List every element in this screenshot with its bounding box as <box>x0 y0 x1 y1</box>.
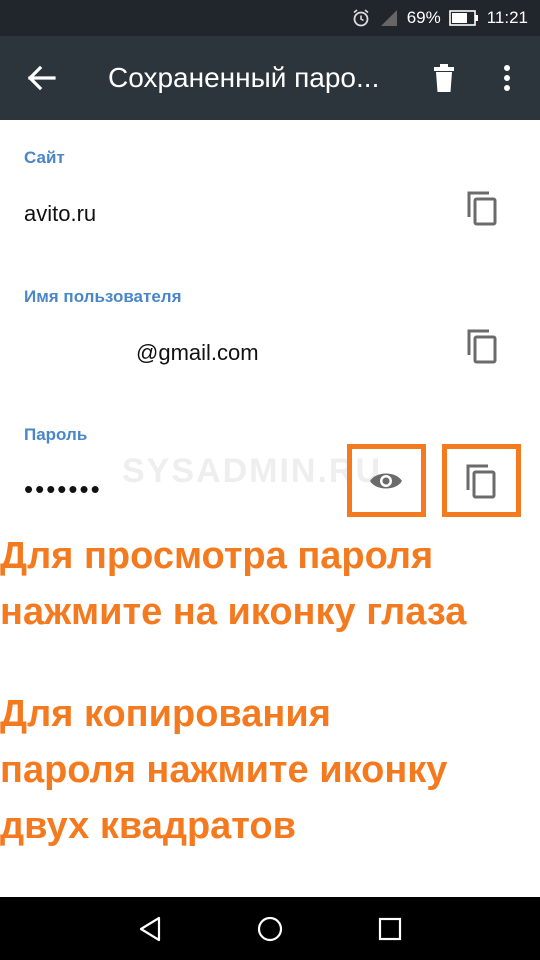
copy-icon <box>466 464 496 499</box>
site-value: avito.ru <box>24 201 97 226</box>
site-label: Сайт <box>24 148 65 167</box>
back-triangle-icon <box>139 916 161 942</box>
delete-icon <box>434 64 454 92</box>
watermark: SYSADMIN.RU <box>122 452 383 490</box>
delete-button[interactable] <box>426 58 462 98</box>
more-vert-icon <box>504 65 510 91</box>
recents-square-icon <box>378 917 402 941</box>
alarm-icon <box>353 9 369 27</box>
nav-recents-button[interactable] <box>372 911 408 947</box>
password-label: Пароль <box>24 425 88 444</box>
username-value: @gmail.com <box>136 340 259 365</box>
page-title: Сохраненный паро... <box>108 62 380 93</box>
signal-icon <box>380 10 397 26</box>
clock-time: 11:21 <box>486 8 528 27</box>
back-arrow-icon <box>27 65 56 91</box>
system-nav-bar <box>0 897 540 960</box>
copy-site-button[interactable] <box>458 184 506 232</box>
copy-password-button[interactable] <box>457 457 505 505</box>
status-bar: 69% 11:21 <box>0 0 540 36</box>
copy-icon <box>467 329 497 364</box>
password-value: ••••••• <box>24 474 102 504</box>
instruction-view-password: Для просмотра пароля нажмите на иконку г… <box>0 535 467 633</box>
show-password-button[interactable] <box>362 457 410 505</box>
home-circle-icon <box>257 916 283 942</box>
instruction-copy-password: Для копирования пароля нажмите иконку дв… <box>0 693 448 847</box>
app-toolbar: Сохраненный паро... <box>0 36 540 120</box>
battery-percent: 69% <box>406 8 441 27</box>
nav-back-button[interactable] <box>133 911 169 947</box>
copy-icon <box>467 191 497 226</box>
username-label: Имя пользователя <box>24 287 182 306</box>
nav-home-button[interactable] <box>252 911 288 947</box>
battery-icon <box>448 10 478 26</box>
back-button[interactable] <box>20 58 64 98</box>
more-options-button[interactable] <box>492 58 522 98</box>
copy-username-button[interactable] <box>458 322 506 370</box>
eye-icon <box>370 473 402 489</box>
status-icons: 69% 11:21 <box>351 0 528 36</box>
